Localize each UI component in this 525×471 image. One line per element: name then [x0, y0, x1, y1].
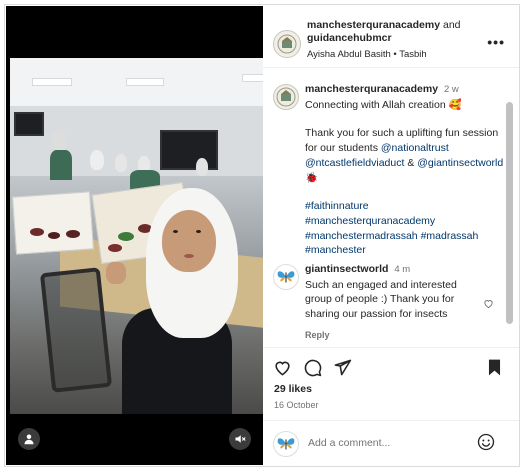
- butterfly-icon: [277, 438, 295, 450]
- heart-outline-icon: [484, 300, 493, 309]
- caption-username[interactable]: manchesterquranacademy: [305, 83, 438, 95]
- hashtag-faithinnature[interactable]: #faithinnature: [305, 199, 505, 214]
- academy-logo-icon: [277, 34, 297, 54]
- comment-time[interactable]: 4 m: [394, 264, 410, 275]
- share-button[interactable]: [333, 358, 352, 382]
- academy-logo-icon: [276, 87, 296, 107]
- post-actions: 29 likes 16 October: [263, 347, 519, 465]
- tagged-users-button[interactable]: [18, 428, 40, 450]
- commenter-avatar[interactable]: [273, 264, 299, 290]
- post-photo: [10, 58, 263, 414]
- caption-avatar[interactable]: [273, 84, 299, 110]
- ladybug-emoji: 🐞: [305, 171, 319, 184]
- author-username[interactable]: manchesterquranacademy: [307, 19, 440, 31]
- hashtag-manchesterquranacademy[interactable]: #manchesterquranacademy: [305, 214, 505, 229]
- comment-input[interactable]: [308, 435, 468, 451]
- author-avatar[interactable]: [273, 30, 301, 58]
- comment-composer: [263, 420, 519, 466]
- collaborator-username[interactable]: guidancehubmcr: [307, 32, 487, 45]
- mention-giantinsectworld[interactable]: @giantinsectworld: [417, 157, 503, 169]
- comments-list: manchesterquranacademy 2 w Connecting wi…: [263, 70, 513, 347]
- comment-button[interactable]: [303, 358, 322, 382]
- save-button[interactable]: [485, 358, 504, 382]
- post-media[interactable]: [6, 6, 263, 465]
- reply-button[interactable]: Reply: [305, 328, 475, 343]
- comment-text: Such an engaged and interested group of …: [305, 278, 457, 321]
- emoji-button[interactable]: [477, 433, 495, 456]
- comment-like-button[interactable]: [483, 296, 494, 314]
- likes-count[interactable]: 29 likes: [274, 383, 312, 395]
- commenter-username[interactable]: giantinsectworld: [305, 263, 388, 275]
- smiley-face-icon: [477, 433, 495, 451]
- speech-bubble-icon: [304, 359, 322, 377]
- hashtag-manchestermadrassah[interactable]: #manchestermadrassah: [305, 230, 418, 242]
- post-header: manchesterquranacademy and guidancehubmc…: [263, 6, 519, 68]
- like-button[interactable]: [273, 358, 292, 382]
- post-side-panel: manchesterquranacademy and guidancehubmc…: [263, 6, 519, 465]
- post-date[interactable]: 16 October: [274, 400, 319, 410]
- bookmark-filled-icon: [488, 359, 501, 376]
- mute-button[interactable]: [229, 428, 251, 450]
- more-options-button[interactable]: •••: [487, 34, 505, 50]
- speaker-muted-icon: [235, 435, 246, 443]
- collab-connector: and: [442, 19, 461, 31]
- person-icon: [24, 434, 34, 445]
- caption-line1: Connecting with Allah creation: [305, 98, 446, 111]
- caption-ampersand: &: [407, 156, 415, 169]
- audio-track[interactable]: Ayisha Abdul Basith • Tasbih: [307, 49, 487, 60]
- butterfly-icon: [277, 271, 295, 283]
- hashtag-manchester[interactable]: #manchester: [305, 243, 505, 258]
- caption-time[interactable]: 2 w: [444, 84, 459, 95]
- smiling-face-emoji: 🥰: [448, 98, 462, 111]
- heart-outline-icon: [275, 361, 290, 376]
- mention-ntcastlefieldviaduct[interactable]: @ntcastlefieldviaduct: [305, 157, 404, 169]
- hashtag-madrassah[interactable]: #madrassah: [421, 230, 479, 242]
- comments-scrollbar[interactable]: [506, 102, 513, 324]
- mention-nationaltrust[interactable]: @nationaltrust: [381, 142, 449, 154]
- paper-plane-icon: [334, 359, 352, 376]
- composer-avatar: [273, 431, 299, 457]
